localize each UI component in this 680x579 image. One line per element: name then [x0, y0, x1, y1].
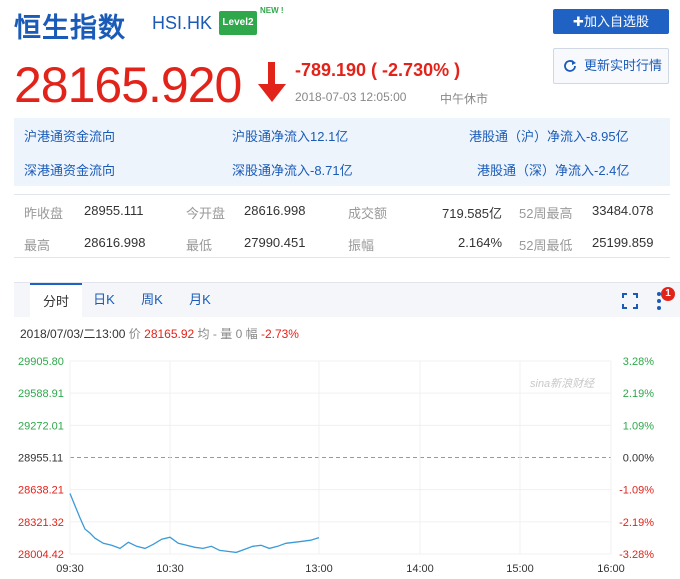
y-tick-label-left: 29588.91: [18, 388, 64, 400]
chart-box: 分时 日K 周K 月K 1 2018/07/03/二13:00 价 28165.…: [14, 282, 680, 578]
index-title: 恒生指数: [14, 13, 126, 44]
flow-row-sz: 深港通资金流向 深股通净流入-8.71亿 港股通（深）净流入-2.4亿: [14, 152, 670, 186]
stat-value: 25199.859: [592, 235, 654, 250]
flow-southbound-sh[interactable]: 港股通（沪）净流入-8.95亿: [469, 126, 629, 145]
refresh-quote-button[interactable]: 更新实时行情: [553, 48, 669, 84]
y-tick-label-left: 28955.11: [18, 453, 63, 465]
stat-label: 最低: [186, 238, 213, 253]
stat-value: 28616.998: [244, 203, 306, 218]
y-tick-label-left: 28638.21: [18, 485, 64, 497]
x-tick-label: 10:30: [156, 563, 184, 575]
down-arrow-icon: [258, 62, 286, 102]
stat-label: 昨收盘: [24, 206, 64, 221]
stat-label: 今开盘: [186, 206, 226, 221]
stat-label: 52周最高: [519, 206, 573, 221]
y-tick-label-right: -3.28%: [619, 549, 654, 561]
watermark-logo: sina新浪财经: [530, 377, 595, 390]
stat-value: 28616.998: [84, 235, 146, 250]
x-tick-label: 16:00: [597, 563, 625, 575]
y-tick-label-right: 0.00%: [623, 453, 654, 465]
market-status: 中午休市: [440, 92, 489, 106]
stat-value: 28955.111: [84, 203, 144, 218]
flow-row-sh: 沪港通资金流向 沪股通净流入12.1亿 港股通（沪）净流入-8.95亿: [14, 118, 670, 152]
y-tick-label-right: 3.28%: [623, 356, 654, 368]
quote-time: 2018-07-03 12:05:00: [295, 90, 407, 104]
x-tick-label: 15:00: [506, 563, 534, 575]
flow-northbound-sz[interactable]: 深股通净流入-8.71亿: [232, 160, 353, 179]
stat-value: 27990.451: [244, 235, 306, 250]
price-change: -789.190 ( -2.730% ): [295, 60, 461, 80]
y-tick-label-right: 2.19%: [623, 388, 654, 400]
y-tick-label-right: 1.09%: [623, 420, 654, 432]
intraday-chart[interactable]: 29905.80 3.28% 29588.91 2.19% 29272.01 1.09% 2…: [14, 283, 680, 579]
x-tick-label: 13:00: [305, 563, 333, 575]
stat-label: 52周最低: [519, 238, 573, 253]
stat-label: 最高: [24, 238, 51, 253]
refresh-icon: [564, 60, 576, 72]
y-tick-label-right: -2.19%: [619, 517, 654, 529]
y-tick-label-left: 29905.80: [18, 356, 64, 368]
stats-row-1: 昨收盘 28955.111 今开盘 28616.998 成交额 719.585亿…: [14, 195, 670, 226]
x-tick-label: 14:00: [406, 563, 434, 575]
stat-label: 成交额: [348, 206, 388, 221]
flow-link-sh[interactable]: 沪港通资金流向: [24, 126, 115, 145]
y-tick-label-left: 29272.01: [18, 420, 64, 432]
y-tick-label-right: -1.09%: [619, 485, 654, 497]
y-tick-label-left: 28004.42: [18, 549, 64, 561]
new-tag: NEW !: [260, 6, 284, 15]
index-code: HSI.HK: [152, 13, 213, 33]
stats-panel: 昨收盘 28955.111 今开盘 28616.998 成交额 719.585亿…: [14, 194, 670, 258]
level2-badge[interactable]: Level2: [219, 11, 257, 35]
y-tick-label-left: 28321.32: [18, 517, 64, 529]
header: 恒生指数 HSI.HK Level2 NEW ! ✚加入自选股: [0, 0, 680, 50]
flow-southbound-sz[interactable]: 港股通（深）净流入-2.4亿: [477, 160, 629, 179]
stat-label: 振幅: [348, 238, 375, 253]
flow-northbound-sh[interactable]: 沪股通净流入12.1亿: [232, 126, 348, 145]
refresh-label: 更新实时行情: [584, 58, 663, 73]
stat-value: 719.585亿: [442, 206, 502, 221]
flow-link-sz[interactable]: 深港通资金流向: [24, 160, 115, 179]
price-series-line: [69, 493, 320, 554]
x-tick-label: 09:30: [56, 563, 84, 575]
stats-row-2: 最高 28616.998 最低 27990.451 振幅 2.164% 52周最…: [14, 227, 670, 258]
add-to-watchlist-button[interactable]: ✚加入自选股: [553, 9, 669, 34]
capital-flow-panel: 沪港通资金流向 沪股通净流入12.1亿 港股通（沪）净流入-8.95亿 深港通资…: [14, 118, 670, 186]
stat-value: 33484.078: [592, 203, 654, 218]
current-price: 28165.920: [14, 57, 242, 113]
stat-value: 2.164%: [458, 235, 503, 250]
